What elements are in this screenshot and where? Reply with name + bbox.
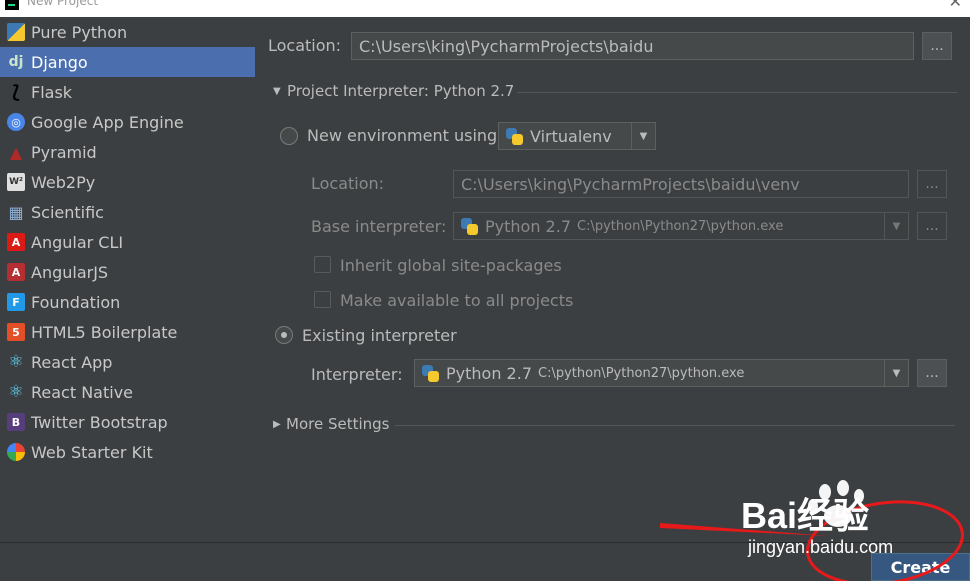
close-icon[interactable]: ✕ bbox=[949, 0, 962, 11]
sidebar-item-label: React App bbox=[31, 352, 113, 372]
sidebar-item-angular-cli[interactable]: A Angular CLI bbox=[0, 227, 255, 257]
sidebar-item-web-starter-kit[interactable]: Web Starter Kit bbox=[0, 437, 255, 467]
sidebar-item-pure-python[interactable]: Pure Python bbox=[0, 17, 255, 47]
bootstrap-icon: B bbox=[7, 413, 25, 431]
inherit-packages-label: Inherit global site-packages bbox=[340, 256, 562, 275]
python-icon bbox=[7, 23, 25, 41]
interpreter-name: Python 2.7 bbox=[446, 363, 532, 383]
new-environment-radio[interactable] bbox=[280, 127, 298, 145]
sidebar-item-label: Google App Engine bbox=[31, 112, 184, 132]
section-divider bbox=[517, 92, 957, 93]
scientific-grid-icon: ▦ bbox=[8, 202, 24, 222]
interpreter-browse-button[interactable]: ... bbox=[917, 359, 947, 387]
project-type-list: Pure Python dj Django ⟅ Flask ◎ Google A… bbox=[0, 17, 255, 542]
sidebar-item-label: Pure Python bbox=[31, 22, 128, 42]
sidebar-item-label: Twitter Bootstrap bbox=[31, 412, 168, 432]
base-interpreter-path: C:\python\Python27\python.exe bbox=[577, 218, 784, 234]
location-field[interactable]: C:\Users\king\PycharmProjects\baidu bbox=[351, 32, 914, 60]
venv-location-field[interactable]: C:\Users\king\PycharmProjects\baidu\venv bbox=[453, 170, 909, 198]
sidebar-item-label: Scientific bbox=[31, 202, 104, 222]
python-icon bbox=[422, 364, 439, 382]
sidebar-item-label: Django bbox=[31, 52, 88, 72]
chevron-right-icon[interactable]: ▶ bbox=[273, 419, 281, 430]
environment-tool-combo[interactable]: Virtualenv ▼ bbox=[498, 122, 656, 150]
sidebar-item-label: Web Starter Kit bbox=[31, 442, 153, 462]
location-label: Location: bbox=[268, 36, 342, 55]
chevron-down-icon[interactable]: ▼ bbox=[273, 86, 281, 97]
base-interpreter-label: Base interpreter: bbox=[311, 217, 447, 236]
location-value: C:\Users\king\PycharmProjects\baidu bbox=[359, 36, 654, 56]
new-environment-label: New environment using bbox=[307, 126, 498, 145]
sidebar-item-label: Flask bbox=[31, 82, 73, 102]
venv-location-value: C:\Users\king\PycharmProjects\baidu\venv bbox=[461, 174, 800, 194]
angular-cli-icon: A bbox=[7, 233, 25, 251]
web-starter-kit-icon bbox=[7, 443, 25, 461]
sidebar-item-angularjs[interactable]: A AngularJS bbox=[0, 257, 255, 287]
sidebar-item-label: React Native bbox=[31, 382, 134, 402]
foundation-icon: F bbox=[7, 293, 25, 311]
interpreter-path: C:\python\Python27\python.exe bbox=[538, 365, 745, 381]
sidebar-item-google-app-engine[interactable]: ◎ Google App Engine bbox=[0, 107, 255, 137]
sidebar-item-label: Pyramid bbox=[31, 142, 97, 162]
sidebar-item-html5-boilerplate[interactable]: 5 HTML5 Boilerplate bbox=[0, 317, 255, 347]
sidebar-item-label: Web2Py bbox=[31, 172, 96, 192]
sidebar-item-web2py[interactable]: W² Web2Py bbox=[0, 167, 255, 197]
window-title: New Project bbox=[27, 0, 99, 8]
project-settings-pane: Location: C:\Users\king\PycharmProjects\… bbox=[255, 17, 970, 542]
sidebar-item-label: HTML5 Boilerplate bbox=[31, 322, 178, 342]
sidebar-item-react-native[interactable]: ⚛ React Native bbox=[0, 377, 255, 407]
inherit-packages-checkbox[interactable] bbox=[314, 256, 331, 273]
sidebar-item-scientific[interactable]: ▦ Scientific bbox=[0, 197, 255, 227]
virtualenv-icon bbox=[506, 127, 523, 145]
base-interpreter-name: Python 2.7 bbox=[485, 216, 571, 236]
angularjs-icon: A bbox=[7, 263, 25, 281]
chevron-down-icon[interactable]: ▼ bbox=[884, 360, 908, 386]
more-settings-toggle[interactable]: More Settings bbox=[286, 415, 389, 433]
environment-tool-value: Virtualenv bbox=[530, 126, 612, 146]
html5-icon: 5 bbox=[7, 323, 25, 341]
interpreter-combo[interactable]: Python 2.7 C:\python\Python27\python.exe… bbox=[414, 359, 909, 387]
flask-icon: ⟅ bbox=[11, 81, 21, 103]
sidebar-item-label: Angular CLI bbox=[31, 232, 124, 252]
sidebar-item-foundation[interactable]: F Foundation bbox=[0, 287, 255, 317]
django-icon: dj bbox=[8, 54, 24, 70]
section-divider bbox=[395, 425, 955, 426]
pycharm-logo-icon bbox=[5, 0, 19, 10]
sidebar-item-django[interactable]: dj Django bbox=[0, 47, 255, 77]
google-app-engine-icon: ◎ bbox=[7, 113, 25, 131]
sidebar-item-flask[interactable]: ⟅ Flask bbox=[0, 77, 255, 107]
interpreter-label: Interpreter: bbox=[311, 365, 403, 384]
sidebar-item-pyramid[interactable]: ▲ Pyramid bbox=[0, 137, 255, 167]
sidebar-item-label: Foundation bbox=[31, 292, 121, 312]
watermark-url: jingyan.baidu.com bbox=[748, 537, 894, 557]
existing-interpreter-radio[interactable] bbox=[275, 326, 293, 344]
location-browse-button[interactable]: ... bbox=[922, 32, 952, 60]
existing-interpreter-label: Existing interpreter bbox=[302, 326, 457, 345]
make-available-label: Make available to all projects bbox=[340, 291, 574, 310]
chevron-down-icon[interactable]: ▼ bbox=[884, 213, 908, 239]
base-interpreter-browse-button[interactable]: ... bbox=[917, 212, 947, 240]
sidebar-item-twitter-bootstrap[interactable]: B Twitter Bootstrap bbox=[0, 407, 255, 437]
make-available-checkbox[interactable] bbox=[314, 291, 331, 308]
venv-location-label: Location: bbox=[311, 174, 385, 193]
web2py-icon: W² bbox=[7, 173, 25, 191]
react-icon: ⚛ bbox=[8, 352, 24, 372]
interpreter-section-header[interactable]: Project Interpreter: Python 2.7 bbox=[287, 82, 514, 100]
base-interpreter-combo[interactable]: Python 2.7 C:\python\Python27\python.exe… bbox=[453, 212, 909, 240]
sidebar-item-react-app[interactable]: ⚛ React App bbox=[0, 347, 255, 377]
python-icon bbox=[461, 217, 478, 235]
pyramid-icon: ▲ bbox=[9, 142, 23, 162]
sidebar-item-label: AngularJS bbox=[31, 262, 109, 282]
chevron-down-icon[interactable]: ▼ bbox=[631, 123, 655, 149]
venv-location-browse-button[interactable]: ... bbox=[917, 170, 947, 198]
react-icon: ⚛ bbox=[8, 382, 24, 402]
title-bar: New Project ✕ bbox=[0, 0, 970, 17]
